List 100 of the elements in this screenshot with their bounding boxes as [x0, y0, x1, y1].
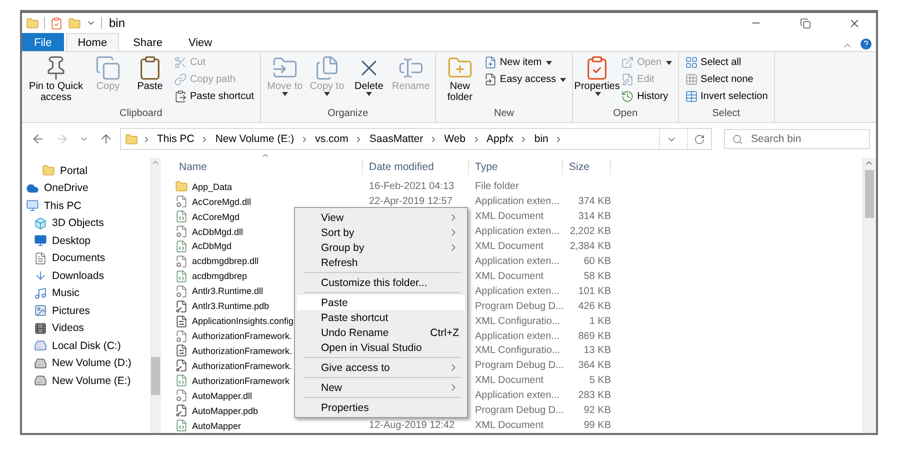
column-header[interactable]: Size — [563, 159, 611, 176]
ribbon-button[interactable]: Select all — [682, 55, 770, 70]
size-cell-text: 92 KB — [582, 405, 611, 416]
caret-icon — [594, 92, 601, 96]
file-name[interactable]: AcDbMgd — [192, 241, 232, 252]
file-name[interactable]: AutoMapper.dll — [192, 390, 252, 401]
ribbon-tab[interactable]: Share — [121, 33, 174, 51]
sidebar-item[interactable]: OneDrive — [22, 180, 150, 197]
sidebar-item[interactable]: New Volume (E:) — [22, 372, 150, 390]
grid-icon — [684, 56, 698, 69]
sidebar-item[interactable]: Music — [22, 284, 150, 302]
column-header[interactable]: Name — [173, 159, 363, 176]
ribbon-button[interactable]: Paste shortcut — [172, 89, 256, 104]
sidebar-item[interactable]: Documents — [22, 250, 150, 267]
column-header[interactable]: Type — [469, 159, 563, 176]
type-cell-text: Application exten... — [474, 226, 560, 238]
menu-item[interactable]: Refresh — [297, 255, 465, 270]
sidebar-item[interactable]: Pictures — [22, 302, 150, 320]
file-name[interactable]: AuthorizationFramework. — [192, 360, 292, 371]
menu-item[interactable]: Undo Rename Ctrl+Z — [297, 325, 465, 340]
search-field[interactable]: Search bin — [724, 129, 870, 149]
music-icon — [34, 286, 47, 300]
menu-item[interactable]: New — [297, 380, 465, 395]
file-name[interactable]: App_Data — [192, 182, 232, 192]
menu-item[interactable]: Paste — [297, 295, 465, 310]
menu-item[interactable]: Sort by — [297, 225, 465, 240]
menu-item[interactable]: Give access to — [297, 360, 465, 375]
menu-item[interactable]: Paste shortcut — [297, 310, 465, 325]
breadcrumb[interactable]: Appfx — [484, 133, 516, 145]
file-name[interactable]: ApplicationInsights.config — [192, 316, 294, 326]
key-file-icon — [175, 300, 188, 313]
ribbon-tab[interactable]: File — [22, 33, 64, 51]
properties-icon — [50, 16, 63, 30]
file-name[interactable]: AutoMapper — [192, 420, 242, 431]
gear-file-icon — [175, 254, 188, 268]
breadcrumb[interactable]: New Volume (E:) — [213, 133, 296, 145]
code-file-icon — [175, 419, 188, 432]
file-name[interactable]: AcCoreMgd.dll — [192, 196, 252, 207]
scrollbar[interactable] — [862, 158, 876, 433]
size-cell-text: 2,384 KB — [568, 240, 611, 252]
ribbon-button[interactable]: New item — [482, 55, 568, 70]
search-icon — [732, 134, 743, 145]
files-icon — [314, 55, 340, 81]
address-bar[interactable]: This PC New Volume (E:) vs.com SaasMatter Web Appfx bin — [120, 128, 712, 150]
menu-item[interactable]: Properties — [297, 400, 465, 415]
sidebar-item[interactable]: Local Disk (C:) — [22, 337, 150, 354]
ribbon-button[interactable]: Invert selection — [682, 89, 770, 104]
file-name[interactable]: acdbmgdbrep — [192, 271, 248, 282]
ribbon-button[interactable]: Properties — [577, 54, 618, 108]
ribbon-button[interactable]: Select none — [682, 72, 770, 87]
sidebar-item[interactable]: Downloads — [22, 267, 150, 284]
menu-item[interactable]: Group by — [297, 240, 465, 255]
menu-item[interactable]: Open in Visual Studio — [297, 340, 465, 355]
scrollbar-thumb[interactable] — [151, 357, 160, 395]
menu-item[interactable]: View — [297, 210, 465, 225]
breadcrumb[interactable]: bin — [532, 133, 550, 145]
folder-icon — [26, 16, 39, 30]
type-cell-text: Program Debug D... — [474, 300, 563, 312]
ribbon-button[interactable]: Pin to Quick access — [26, 54, 86, 108]
scrollbar[interactable] — [150, 158, 161, 433]
ribbon-button[interactable]: Paste — [130, 54, 170, 108]
sidebar-item[interactable]: New Volume (D:) — [22, 354, 150, 372]
file-name[interactable]: Antlr3.Runtime.pdb — [192, 301, 270, 312]
ribbon-button[interactable]: Delete — [348, 54, 389, 108]
link-icon — [174, 73, 187, 86]
file-name[interactable]: acdbmgdbrep.dll — [192, 256, 259, 266]
scrollbar-thumb[interactable] — [864, 170, 874, 218]
ribbon-button[interactable]: Easy access — [482, 72, 568, 87]
ribbon-button[interactable]: History — [619, 89, 674, 104]
file-name[interactable]: AutoMapper.pdb — [192, 406, 258, 416]
file-name[interactable]: AuthorizationFramework — [192, 376, 290, 386]
file-name[interactable]: AcCoreMgd — [192, 212, 240, 222]
type-cell-text: XML Document — [474, 375, 545, 386]
ribbon-button[interactable]: New folder — [440, 54, 480, 108]
column-header[interactable]: Date modified — [363, 159, 469, 176]
file-name[interactable]: Antlr3.Runtime.dll — [192, 286, 264, 296]
breadcrumb[interactable]: Web — [442, 133, 468, 145]
breadcrumb[interactable]: SaasMatter — [367, 133, 426, 145]
menu-item[interactable]: Customize this folder... — [297, 275, 465, 290]
folder-icon — [175, 180, 188, 194]
sidebar-item[interactable]: 3D Objects — [22, 214, 150, 232]
caret-up-icon — [151, 158, 160, 167]
file-name[interactable]: AcDbMgd.dll — [192, 226, 244, 237]
ribbon-tab[interactable]: Home — [66, 33, 120, 51]
key-file-icon — [175, 359, 188, 372]
breadcrumb[interactable]: vs.com — [313, 133, 350, 145]
history-icon — [621, 90, 634, 103]
ribbon-tab[interactable]: View — [176, 33, 224, 51]
sidebar-item[interactable]: Videos — [22, 320, 150, 337]
sidebar-item[interactable]: Desktop — [22, 232, 150, 250]
breadcrumb[interactable]: This PC — [155, 133, 196, 145]
size-cell-text: 5 KB — [588, 375, 611, 386]
caret-icon — [546, 60, 552, 64]
date-cell-text: 22-Apr-2019 12:57 — [368, 196, 454, 208]
file-name[interactable]: AuthorizationFramework. — [192, 331, 292, 341]
type-cell-text: Application exten... — [474, 196, 560, 208]
sidebar-item[interactable]: Portal — [22, 162, 150, 180]
type-cell-text: XML Configuratio... — [474, 316, 562, 327]
file-name[interactable]: AuthorizationFramework. — [192, 346, 292, 356]
sidebar-item[interactable]: This PC — [22, 197, 150, 214]
